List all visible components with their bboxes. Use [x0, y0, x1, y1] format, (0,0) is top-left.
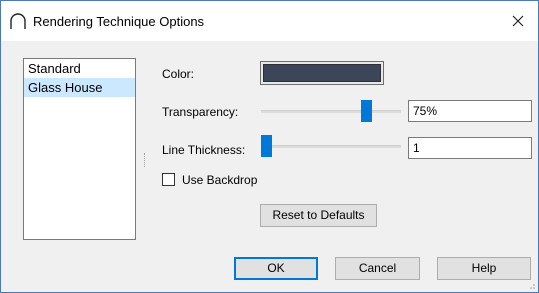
- color-swatch-button[interactable]: [260, 61, 384, 85]
- color-swatch-fill: [263, 64, 381, 82]
- line-thickness-input[interactable]: 1: [408, 137, 532, 159]
- line-thickness-slider-thumb[interactable]: [261, 135, 272, 157]
- reset-to-defaults-button[interactable]: Reset to Defaults: [260, 204, 377, 227]
- transparency-slider-thumb[interactable]: [361, 100, 372, 122]
- close-icon: [512, 15, 524, 27]
- title-bar: Rendering Technique Options: [1, 1, 538, 41]
- transparency-slider-track: [261, 110, 401, 113]
- color-label: Color:: [162, 67, 195, 81]
- panel-splitter[interactable]: [144, 153, 147, 167]
- resize-grip-icon[interactable]: [526, 280, 536, 290]
- line-thickness-slider-track: [266, 145, 401, 148]
- line-thickness-label: Line Thickness:: [162, 143, 246, 157]
- arc-icon: [10, 13, 26, 29]
- list-item-glass-house[interactable]: Glass House: [24, 78, 135, 97]
- help-button[interactable]: Help: [437, 257, 531, 280]
- cancel-button[interactable]: Cancel: [335, 257, 420, 280]
- transparency-slider[interactable]: [261, 99, 401, 123]
- close-button[interactable]: [498, 1, 538, 41]
- window-title: Rendering Technique Options: [33, 14, 205, 29]
- transparency-input[interactable]: 75%: [408, 100, 532, 122]
- list-item-standard[interactable]: Standard: [24, 59, 135, 78]
- transparency-label: Transparency:: [162, 105, 239, 119]
- ok-button[interactable]: OK: [234, 257, 318, 280]
- line-thickness-slider[interactable]: [261, 134, 401, 158]
- use-backdrop-checkbox[interactable]: [162, 173, 175, 186]
- dialog-window: Rendering Technique Options Standard Gla…: [0, 0, 539, 293]
- use-backdrop-label: Use Backdrop: [182, 173, 258, 187]
- technique-list[interactable]: Standard Glass House: [23, 58, 136, 240]
